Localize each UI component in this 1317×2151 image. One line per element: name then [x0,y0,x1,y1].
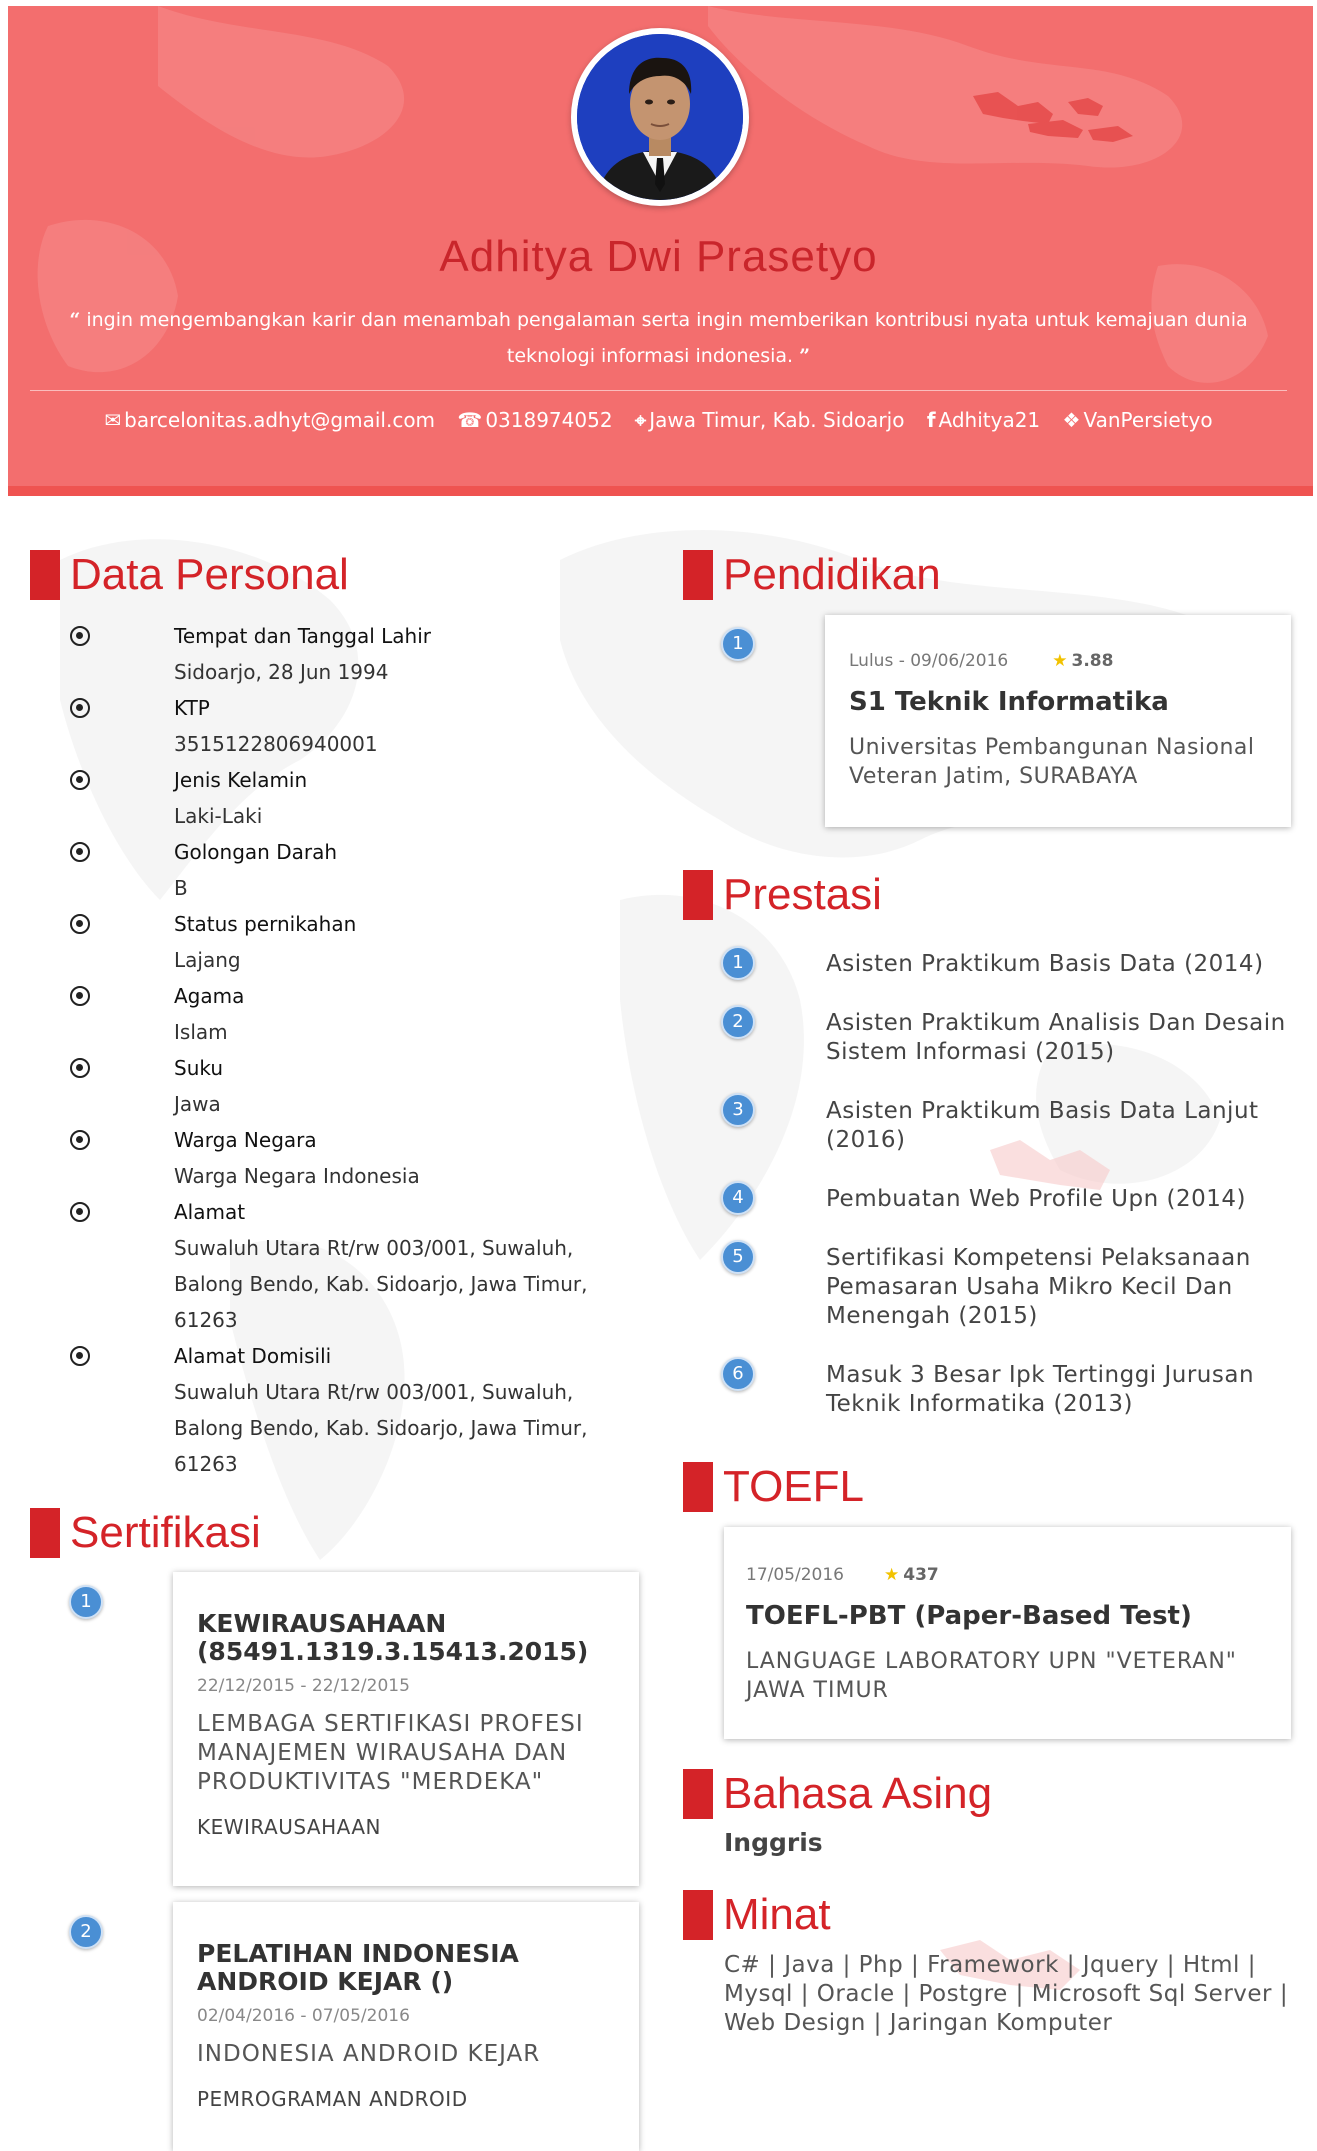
education-number-badge: 1 [721,627,755,661]
achievement-number-badge: 3 [721,1093,755,1127]
cert-number-badge: 2 [69,1915,103,1949]
certification-card: KEWIRAUSAHAAN (85491.1319.3.15413.2015) … [173,1572,639,1886]
toefl-test-name: TOEFL-PBT (Paper-Based Test) [746,1601,1192,1631]
dot-circle-icon [70,1346,90,1366]
cert-category: KEWIRAUSAHAAN [197,1815,381,1839]
cert-organization: INDONESIA ANDROID KEJAR [197,2041,541,2067]
achievement-number-badge: 1 [721,946,755,980]
profile-avatar [571,28,749,206]
achievement-item: Masuk 3 Besar Ipk Tertinggi Jurusan Tekn… [826,1362,1255,1417]
list-item: Suku Jawa [60,1050,620,1122]
toefl-meta: 17/05/2016 ★ 437 [746,1565,1267,1585]
personal-data-list: Tempat dan Tanggal Lahir Sidoarjo, 28 Jun… [60,618,620,1482]
dot-circle-icon [70,842,90,862]
list-item: Warga Negara Warga Negara Indonesia [60,1122,620,1194]
achievement-number-badge: 4 [721,1181,755,1215]
gpa-score: 3.88 [1071,651,1114,671]
achievement-item: Asisten Praktikum Basis Data Lanjut (201… [826,1098,1259,1153]
cert-category: PEMROGRAMAN ANDROID [197,2087,468,2111]
quote-open-icon: “ [69,309,81,331]
list-item: Alamat Domisili Suwaluh Utara Rt/rw 003/0… [60,1338,620,1482]
section-title-prestasi: Prestasi [683,870,882,920]
cert-dates: 22/12/2015 - 22/12/2015 [197,1676,410,1696]
achievement-number-badge: 2 [721,1005,755,1039]
twitter-icon: ❖ [1062,408,1081,432]
contact-phone[interactable]: ☎ 0318974052 [457,408,612,432]
contact-location: ⌖ Jawa Timur, Kab. Sidoarjo [634,408,905,432]
list-item: Status pernikahan Lajang [60,906,620,978]
achievement-item: Asisten Praktikum Basis Data (2014) [826,951,1264,977]
profile-name: Adhitya Dwi Prasetyo [439,232,878,281]
graduation-date: Lulus - 09/06/2016 [849,651,1009,671]
list-item: Tempat dan Tanggal Lahir Sidoarjo, 28 Jun… [60,618,620,690]
achievement-item: Pembuatan Web Profile Upn (2014) [826,1186,1246,1212]
contact-facebook[interactable]: f Adhitya21 [927,408,1040,432]
header-divider [30,390,1287,391]
facebook-icon: f [926,408,936,432]
section-title-minat: Minat [683,1890,831,1940]
cert-number-badge: 1 [69,1585,103,1619]
education-meta: Lulus - 09/06/2016 ★ 3.88 [849,651,1267,671]
list-item: Agama Islam [60,978,620,1050]
toefl-institution: LANGUAGE LABORATORY UPN "VETERAN" JAWA T… [746,1649,1237,1703]
star-icon: ★ [1052,651,1068,671]
person-photo [577,34,743,200]
contact-twitter[interactable]: ❖ VanPersietyo [1063,408,1213,432]
list-item: KTP 3515122806940001 [60,690,620,762]
achievement-number-badge: 6 [721,1357,755,1391]
dot-circle-icon [70,914,90,934]
toefl-date: 17/05/2016 [746,1565,844,1585]
toefl-score: 437 [903,1565,939,1585]
section-title-bahasa-asing: Bahasa Asing [683,1769,992,1819]
dot-circle-icon [70,626,90,646]
phone-icon: ☎ [457,408,483,432]
language-item: Inggris [724,1828,823,1857]
list-item: Alamat Suwaluh Utara Rt/rw 003/001, Suwal… [60,1194,620,1338]
profile-motto: “ ingin mengembangkan karir dan menambah… [40,302,1277,374]
section-title-pendidikan: Pendidikan [683,550,941,600]
dot-circle-icon [70,1202,90,1222]
achievement-item: Sertifikasi Kompetensi Pelaksanaan Pemas… [826,1245,1251,1329]
dot-circle-icon [70,1058,90,1078]
cert-title: KEWIRAUSAHAAN (85491.1319.3.15413.2015) [197,1609,589,1666]
dot-circle-icon [70,1130,90,1150]
star-icon: ★ [883,1565,900,1585]
section-title-sertifikasi: Sertifikasi [30,1508,261,1558]
dot-circle-icon [70,698,90,718]
quote-close-icon: ” [799,345,811,367]
list-item: Golongan Darah B [60,834,620,906]
education-card: Lulus - 09/06/2016 ★ 3.88 S1 Teknik Inform… [825,615,1291,827]
section-title-toefl: TOEFL [683,1462,864,1512]
cert-title: PELATIHAN INDONESIA ANDROID KEJAR () [197,1939,519,1996]
section-title-data-personal: Data Personal [30,550,349,600]
degree-title: S1 Teknik Informatika [849,687,1169,717]
map-marker-icon: ⌖ [634,408,647,432]
cert-dates: 02/04/2016 - 07/05/2016 [197,2006,410,2026]
motto-text: ingin mengembangkan karir dan menambah p… [86,309,1248,367]
achievement-number-badge: 5 [721,1240,755,1274]
dot-circle-icon [70,770,90,790]
contact-bar: ✉ barcelonitas.adhyt@gmail.com ☎ 031897405… [0,408,1317,432]
dot-circle-icon [70,986,90,1006]
toefl-card: 17/05/2016 ★ 437 TOEFL-PBT (Paper-Based Te… [724,1527,1291,1739]
interests-list: C# | Java | Php | Framework | Jquery | H… [724,1952,1289,2036]
envelope-icon: ✉ [104,408,122,432]
contact-email[interactable]: ✉ barcelonitas.adhyt@gmail.com [104,408,435,432]
header-bottom-border [8,486,1313,496]
certification-card: PELATIHAN INDONESIA ANDROID KEJAR () 02/… [173,1902,639,2151]
list-item: Jenis Kelamin Laki-Laki [60,762,620,834]
achievement-item: Asisten Praktikum Analisis Dan Desain Si… [826,1010,1286,1065]
school-name: Universitas Pembangunan Nasional Veteran… [849,735,1255,789]
cert-organization: LEMBAGA SERTIFIKASI PROFESI MANAJEMEN WI… [197,1711,584,1795]
